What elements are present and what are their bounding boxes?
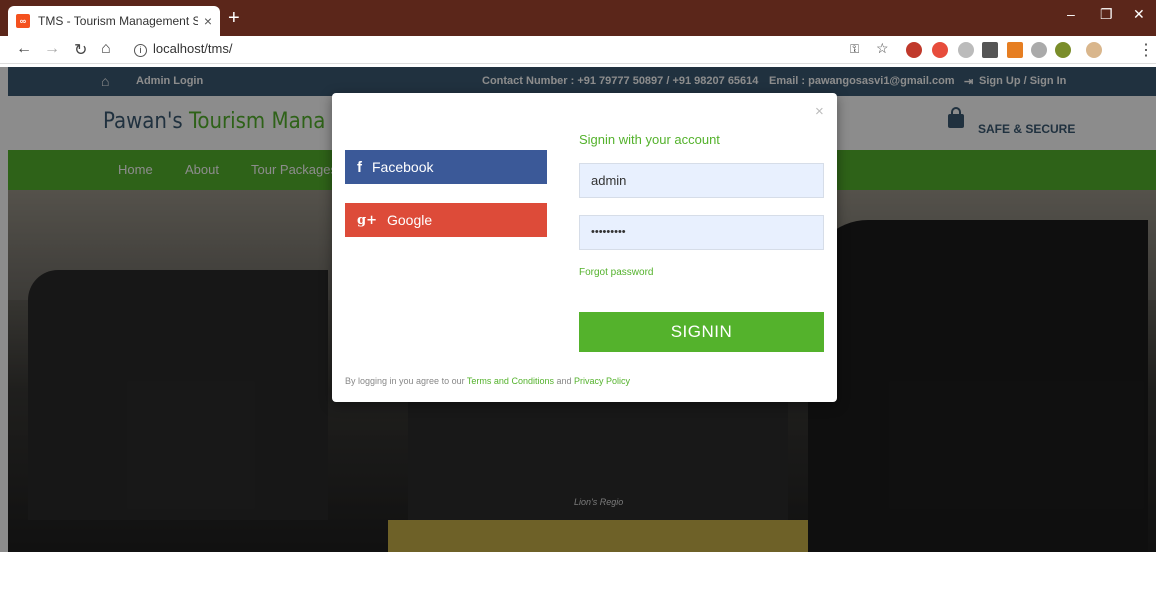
back-icon[interactable]: ← xyxy=(16,40,32,58)
signin-button[interactable]: SIGNIN xyxy=(579,312,824,352)
terms-prefix: By logging in you agree to our xyxy=(345,376,467,386)
opera-icon[interactable] xyxy=(932,42,948,58)
privacy-link[interactable]: Privacy Policy xyxy=(574,376,630,386)
google-plus-icon: g+ xyxy=(357,212,377,228)
tab-title: TMS - Tourism Management Syst xyxy=(38,14,198,28)
reload-icon[interactable]: ↻ xyxy=(74,40,87,60)
browser-tab[interactable]: ∞ TMS - Tourism Management Syst × xyxy=(8,6,220,36)
key-icon[interactable]: ⚿ xyxy=(850,42,859,57)
bookmark-star-icon[interactable]: ☆ xyxy=(876,40,889,57)
browser-tab-bar: ∞ TMS - Tourism Management Syst × + – ❐ … xyxy=(0,0,1156,36)
home-icon[interactable]: ⌂ xyxy=(101,40,111,58)
extension-icon[interactable] xyxy=(1055,42,1071,58)
google-label: Google xyxy=(386,212,433,228)
close-window-button[interactable]: ✕ xyxy=(1133,6,1145,23)
facebook-login-button[interactable]: f Facebook xyxy=(345,150,547,184)
forgot-password-link[interactable]: Forgot password xyxy=(579,267,653,278)
drive-icon[interactable] xyxy=(1031,42,1047,58)
username-field[interactable]: admin xyxy=(579,163,824,198)
signin-heading: Signin with your account xyxy=(579,132,720,147)
google-login-button[interactable]: g+ Google xyxy=(345,203,547,237)
rss-icon[interactable] xyxy=(1007,42,1023,58)
forward-icon[interactable]: → xyxy=(44,40,60,58)
terms-and: and xyxy=(553,376,574,386)
address-bar[interactable]: i localhost/tms/ xyxy=(134,41,232,57)
browser-toolbar: ← → ↻ ⌂ i localhost/tms/ ⚿ ☆ ⋮ xyxy=(0,36,1156,64)
adblock-icon[interactable] xyxy=(906,42,922,58)
url-text: localhost/tms/ xyxy=(153,41,233,56)
tab-close-icon[interactable]: × xyxy=(204,13,212,29)
site-favicon-icon: ∞ xyxy=(16,14,30,28)
terms-link[interactable]: Terms and Conditions xyxy=(467,376,554,386)
new-tab-button[interactable]: + xyxy=(228,8,240,28)
login-modal: × f Facebook g+ Google Signin with your … xyxy=(332,93,837,402)
menu-icon[interactable]: ⋮ xyxy=(1138,40,1154,60)
profile-avatar[interactable] xyxy=(1086,42,1102,58)
extension-icon[interactable] xyxy=(958,42,974,58)
info-icon[interactable]: i xyxy=(134,44,147,57)
extension-icon[interactable] xyxy=(982,42,998,58)
restore-button[interactable]: ❐ xyxy=(1100,6,1113,23)
modal-close-button[interactable]: × xyxy=(815,103,824,120)
terms-text: By logging in you agree to our Terms and… xyxy=(345,376,630,386)
facebook-icon: f xyxy=(357,158,362,176)
password-field[interactable]: ••••••••• xyxy=(579,215,824,250)
facebook-label: Facebook xyxy=(372,159,434,175)
minimize-button[interactable]: – xyxy=(1067,6,1075,22)
